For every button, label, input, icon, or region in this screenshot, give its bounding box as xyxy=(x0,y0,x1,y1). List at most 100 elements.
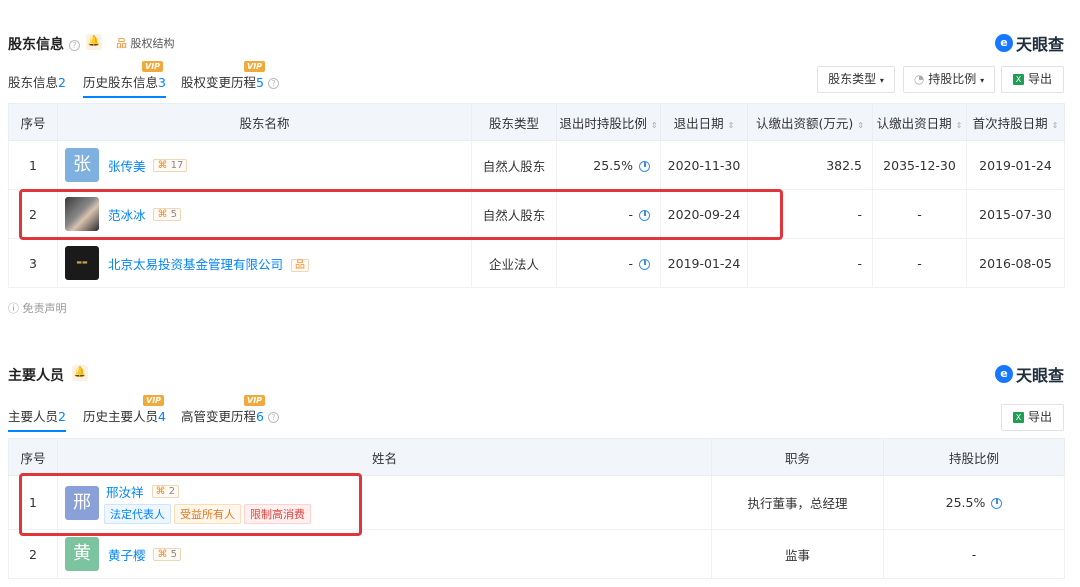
caret-down-icon: ▾ xyxy=(879,76,884,85)
related-count-badge[interactable]: ⌘ 5 xyxy=(153,547,182,561)
subscribed-amount: - xyxy=(747,238,873,288)
col-header-sortable[interactable]: 退出日期 ⇕ xyxy=(660,103,748,141)
subscribed-date: - xyxy=(872,189,967,239)
tab-equity-changes[interactable]: 股权变更历程5 ? xyxy=(181,72,279,91)
col-header: 职务 xyxy=(711,438,884,476)
highlight-box xyxy=(19,473,362,536)
sort-icon: ⇕ xyxy=(955,120,963,130)
exit-ratio-cell: - xyxy=(556,238,661,288)
exit-date: 2019-01-24 xyxy=(660,238,748,288)
related-count-badge[interactable]: ⌘ 17 xyxy=(153,158,188,172)
exit-date: 2020-11-30 xyxy=(660,140,748,190)
equity-structure-label: 股权结构 xyxy=(130,37,175,50)
first-holding-date: 2015-07-30 xyxy=(966,189,1065,239)
relation-icon: ⌘ xyxy=(157,548,168,560)
personnel-title: 主要人员 xyxy=(8,368,64,384)
col-header: 股东类型 xyxy=(471,103,557,141)
person-cell: 黄 黄子樱 ⌘ 5 xyxy=(57,529,712,579)
col-header-sortable[interactable]: 退出时持股比例 ⇕ xyxy=(556,103,661,141)
brand-logo: e 天眼查 xyxy=(994,362,1064,386)
monitor-bell-icon[interactable]: 🔔 xyxy=(86,34,102,50)
col-header-sortable[interactable]: 认缴出资日期 ⇕ xyxy=(872,103,967,141)
export-label: 导出 xyxy=(1027,72,1052,86)
shareholder-type-filter[interactable]: 股东类型 ▾ xyxy=(817,66,895,93)
table-row: 1 张 张传美 ⌘ 17 自然人股东 25.5% 2020-11-30 382.… xyxy=(8,140,1065,190)
avatar: 张 xyxy=(65,148,99,182)
person-ratio: 25.5% xyxy=(945,495,986,510)
sort-icon: ⇕ xyxy=(727,120,735,130)
tab-label: 高管变更历程 xyxy=(181,409,257,424)
tab-label: 历史主要人员 xyxy=(83,409,159,424)
help-icon[interactable]: ? xyxy=(68,39,80,51)
help-icon[interactable]: ? xyxy=(267,78,279,89)
table-header-row: 序号 姓名 职务 持股比例 xyxy=(8,438,1065,476)
holding-ratio-filter[interactable]: ◔ 持股比例 ▾ xyxy=(903,66,995,93)
shareholders-title: 股东信息 ? xyxy=(8,34,80,54)
exit-ratio: - xyxy=(628,255,633,271)
tab-history-personnel[interactable]: 历史主要人员4 xyxy=(83,406,166,425)
tianyancha-logo-icon: e xyxy=(994,34,1013,52)
filter-label: 持股比例 xyxy=(928,72,977,86)
shareholder-type: 企业法人 xyxy=(471,238,557,288)
pie-chart-icon[interactable] xyxy=(991,498,1003,509)
col-header: 持股比例 xyxy=(883,438,1065,476)
disclaimer-link[interactable]: ⓘ 免责声明 xyxy=(8,300,67,316)
tab-label: 主要人员 xyxy=(8,409,59,424)
tab-shareholders[interactable]: 股东信息2 xyxy=(8,72,66,91)
col-header-sortable[interactable]: 认缴出资额(万元) ⇕ xyxy=(747,103,873,141)
table-row: 3 ▬▬ 北京太易投资基金管理有限公司 品 企业法人 - 2019-01-24 … xyxy=(8,238,1065,288)
person-ratio-cell: 25.5% xyxy=(883,475,1065,530)
col-header-label: 退出时持股比例 xyxy=(559,115,647,131)
shareholder-cell: ▬▬ 北京太易投资基金管理有限公司 品 xyxy=(57,238,472,288)
export-button[interactable]: X 导出 xyxy=(1001,404,1064,431)
table-header-row: 序号 股东名称 股东类型 退出时持股比例 ⇕ 退出日期 ⇕ 认缴出资额(万元) … xyxy=(8,103,1065,141)
equity-structure-icon: 品 xyxy=(294,259,305,271)
person-position: 执行董事，总经理 xyxy=(711,475,884,530)
tab-label: 股东信息 xyxy=(8,75,59,90)
tab-count: 5 xyxy=(256,75,264,90)
col-header-label: 首次持股日期 xyxy=(972,115,1048,131)
vip-badge: VIP xyxy=(142,61,164,72)
tab-history-shareholders[interactable]: 历史股东信息3 xyxy=(83,72,166,98)
col-header-sortable[interactable]: 首次持股日期 ⇕ xyxy=(966,103,1065,141)
subscribed-date: - xyxy=(872,238,967,288)
export-label: 导出 xyxy=(1027,410,1052,424)
tab-label: 历史股东信息 xyxy=(83,75,159,90)
sort-icon: ⇕ xyxy=(857,120,864,130)
col-header-label: 认缴出资日期 xyxy=(876,115,952,131)
pie-chart-icon[interactable] xyxy=(639,258,650,270)
shareholder-name-link[interactable]: 北京太易投资基金管理有限公司 xyxy=(108,257,283,272)
tab-count: 4 xyxy=(158,409,166,424)
shareholder-cell: 张 张传美 ⌘ 17 xyxy=(57,140,472,190)
col-header: 姓名 xyxy=(57,438,712,476)
row-index: 3 xyxy=(8,238,58,288)
ratio-icon: ◔ xyxy=(913,72,925,86)
brand-logo: e 天眼查 xyxy=(994,31,1064,55)
monitor-bell-icon[interactable]: 🔔 xyxy=(72,365,88,381)
row-index: 2 xyxy=(8,529,58,579)
info-icon: ⓘ xyxy=(8,302,19,315)
vip-badge: VIP xyxy=(143,395,165,406)
equity-structure-badge[interactable]: 品 xyxy=(290,258,309,272)
row-index: 1 xyxy=(8,140,58,190)
col-header-label: 退出日期 xyxy=(673,115,724,131)
pie-chart-icon[interactable] xyxy=(639,160,650,172)
person-position: 监事 xyxy=(711,529,884,579)
vip-badge: VIP xyxy=(244,61,266,72)
help-icon[interactable]: ? xyxy=(267,412,279,423)
table-row: 2 黄 黄子樱 ⌘ 5 监事 - xyxy=(8,529,1065,579)
export-button[interactable]: X 导出 xyxy=(1001,66,1064,93)
caret-down-icon: ▾ xyxy=(980,76,985,85)
tab-executive-changes[interactable]: 高管变更历程6 ? xyxy=(181,406,279,425)
tab-key-personnel[interactable]: 主要人员2 xyxy=(8,406,66,432)
shareholder-name-link[interactable]: 张传美 xyxy=(108,159,146,174)
tab-label: 股权变更历程 xyxy=(181,75,257,90)
vip-badge: VIP xyxy=(244,395,266,406)
excel-icon: X xyxy=(1012,412,1024,423)
related-count: 5 xyxy=(170,548,178,560)
person-name-link[interactable]: 黄子樱 xyxy=(108,548,146,563)
col-header: 序号 xyxy=(8,438,58,476)
sort-icon: ⇕ xyxy=(1051,120,1059,130)
person-ratio: - xyxy=(883,529,1065,579)
equity-structure-link[interactable]: 品 股权结构 xyxy=(116,35,175,51)
